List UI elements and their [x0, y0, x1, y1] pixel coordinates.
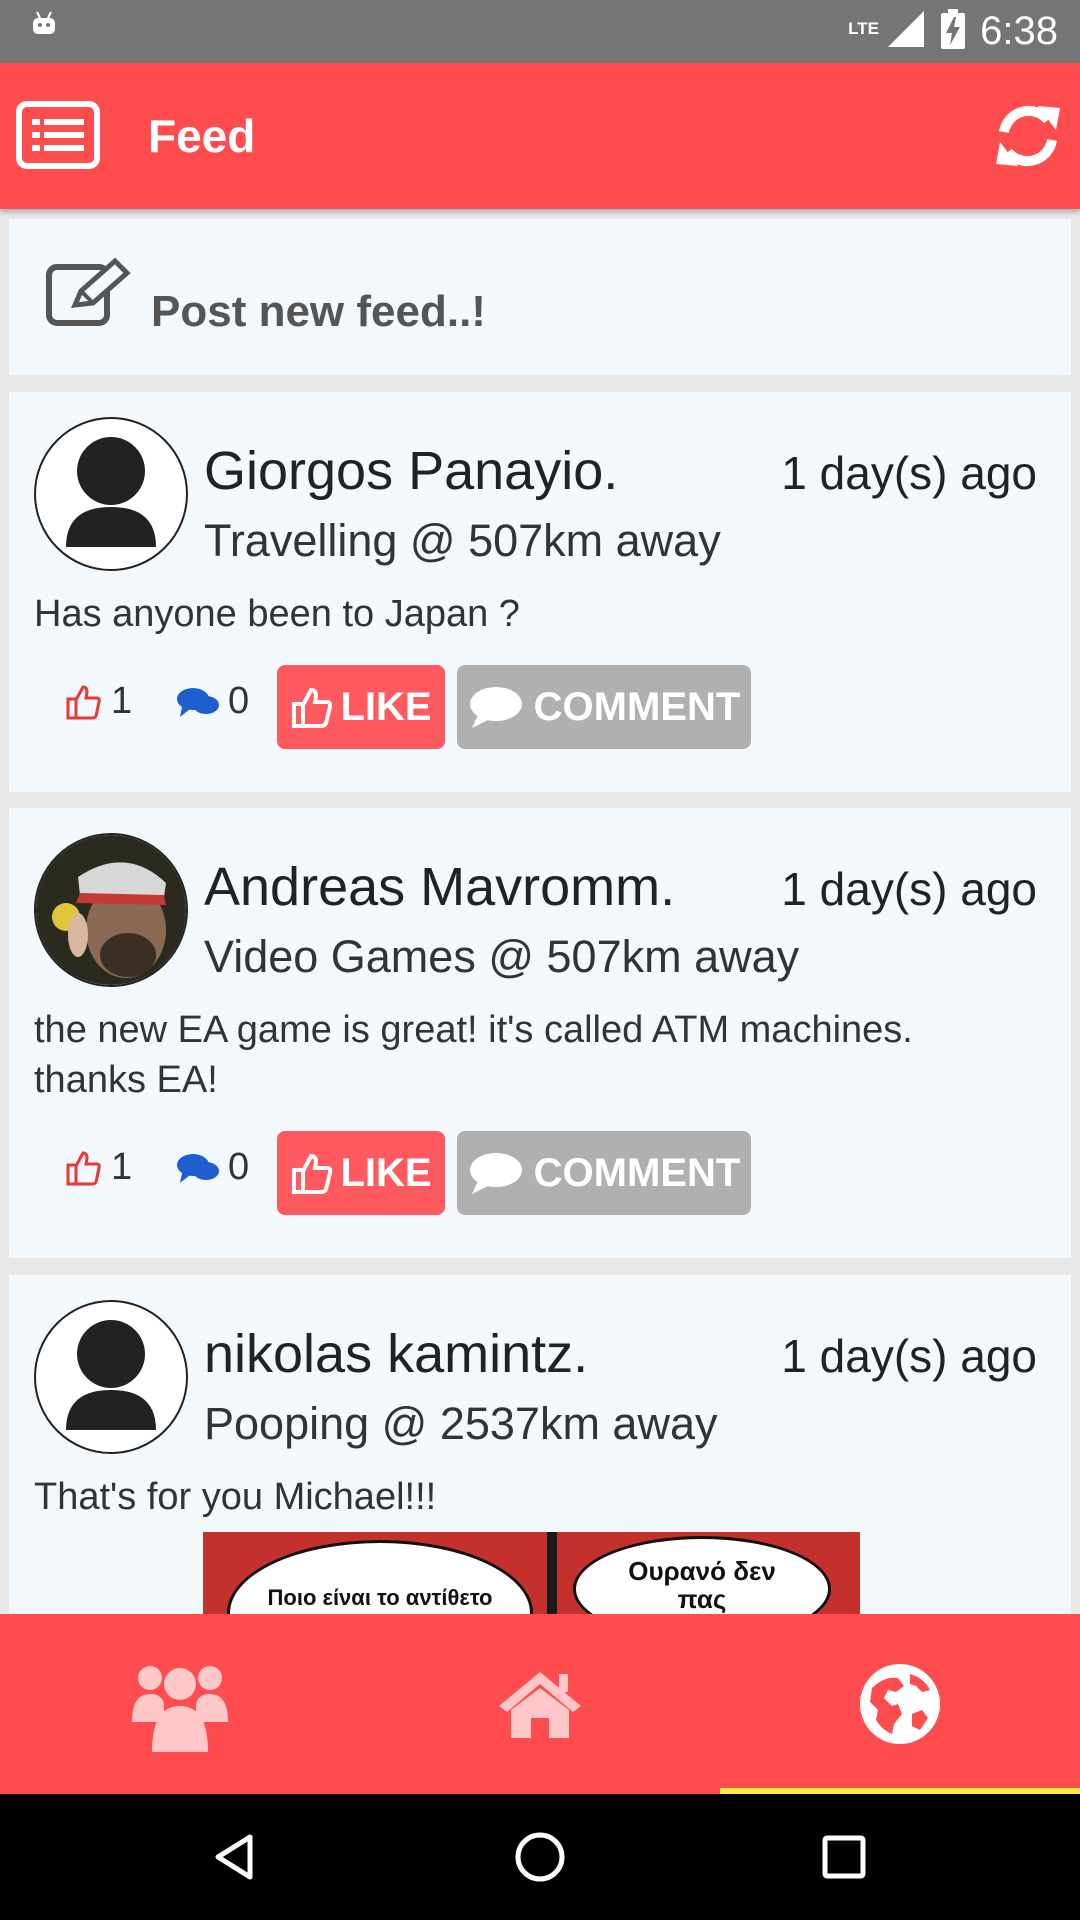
comic-speech-bubble: Ποιο είναι το αντίθετο	[227, 1540, 533, 1614]
comment-bubble-icon	[469, 1153, 522, 1194]
like-count: 1	[65, 680, 132, 723]
app-bar: Feed	[0, 63, 1080, 209]
thumbs-up-outline-icon	[66, 1150, 101, 1185]
refresh-icon	[996, 105, 1060, 167]
default-user-icon	[66, 1320, 156, 1430]
group-icon	[132, 1666, 228, 1752]
post-text: That's for you Michael!!!	[34, 1476, 437, 1518]
like-count: 1	[65, 1146, 132, 1189]
globe-icon	[860, 1664, 940, 1744]
signal-icon: LTE	[848, 9, 926, 54]
post-new-feed-button[interactable]: Post new feed..!	[9, 219, 1071, 375]
clock: 6:38	[980, 9, 1058, 53]
comic-text-left: Ποιο είναι το αντίθετο	[267, 1585, 493, 1610]
post-author-name[interactable]: Giorgos Panayio.	[204, 440, 618, 502]
avatar[interactable]	[34, 1300, 188, 1454]
back-button[interactable]	[175, 1794, 295, 1920]
thumbs-up-outline-icon	[66, 684, 101, 719]
home-icon	[499, 1672, 581, 1738]
like-button-label: LIKE	[340, 1150, 432, 1195]
post-timestamp: 1 day(s) ago	[781, 1330, 1037, 1382]
feed-list[interactable]: Post new feed..! Giorgos Panayio. 1 day(…	[0, 209, 1080, 1614]
nav-home-tab[interactable]	[360, 1614, 720, 1794]
comment-button-label: COMMENT	[533, 684, 741, 729]
feed-card: Giorgos Panayio. 1 day(s) ago Travelling…	[9, 392, 1071, 792]
post-author-name[interactable]: nikolas kamintz.	[204, 1323, 588, 1385]
battery-charging-icon	[940, 9, 966, 54]
post-new-feed-label: Post new feed..!	[151, 287, 486, 336]
home-system-button[interactable]	[480, 1794, 600, 1920]
home-circle-icon	[515, 1832, 565, 1882]
comic-panel-divider	[547, 1532, 557, 1614]
like-count-value: 1	[111, 1146, 133, 1188]
comment-button[interactable]: COMMENT	[457, 665, 751, 749]
like-button-label: LIKE	[340, 684, 432, 729]
comic-speech-bubble: Ουρανό δεν πας	[573, 1536, 831, 1614]
post-timestamp: 1 day(s) ago	[781, 863, 1037, 915]
comic-text-right: Ουρανό δεν πας	[628, 1556, 776, 1614]
network-type-label: LTE	[848, 19, 879, 38]
back-triangle-icon	[215, 1834, 253, 1880]
edit-icon	[45, 257, 131, 332]
thumbs-up-icon	[292, 687, 333, 728]
comment-count-value: 0	[228, 1146, 250, 1188]
comments-icon	[177, 1153, 219, 1183]
post-activity-distance: Travelling @ 507km away	[204, 515, 721, 566]
post-activity-distance: Video Games @ 507km away	[204, 931, 800, 982]
comments-icon	[177, 687, 219, 717]
post-text: the new EA game is great! it's called AT…	[34, 1009, 913, 1101]
default-user-icon	[66, 437, 156, 547]
system-navigation-bar	[0, 1794, 1080, 1920]
recents-button[interactable]	[784, 1794, 904, 1920]
post-author-name[interactable]: Andreas Mavromm.	[204, 856, 675, 918]
like-button[interactable]: LIKE	[277, 1131, 445, 1215]
comment-count: 0	[176, 680, 249, 723]
page-title: Feed	[148, 110, 256, 162]
feed-card: Andreas Mavromm. 1 day(s) ago Video Game…	[9, 808, 1071, 1258]
comment-button[interactable]: COMMENT	[457, 1131, 751, 1215]
avatar[interactable]	[34, 417, 188, 571]
user-photo	[36, 835, 186, 985]
menu-list-button[interactable]	[16, 101, 100, 169]
recents-square-icon	[822, 1835, 866, 1879]
status-bar: LTE 6:38	[0, 0, 1080, 63]
like-button[interactable]: LIKE	[277, 665, 445, 749]
like-count-value: 1	[111, 680, 133, 722]
bottom-navigation	[0, 1614, 1080, 1794]
comment-bubble-icon	[469, 687, 522, 728]
nav-groups-tab[interactable]	[0, 1614, 360, 1794]
comment-button-label: COMMENT	[533, 1150, 741, 1195]
comment-count: 0	[176, 1146, 249, 1189]
comment-count-value: 0	[228, 680, 250, 722]
thumbs-up-icon	[292, 1153, 333, 1194]
post-timestamp: 1 day(s) ago	[781, 447, 1037, 499]
post-image[interactable]: Ποιο είναι το αντίθετο Ουρανό δεν πας	[203, 1532, 860, 1614]
post-text: Has anyone been to Japan ?	[34, 593, 520, 635]
avatar[interactable]	[34, 833, 188, 987]
nav-feed-tab[interactable]	[720, 1614, 1080, 1794]
refresh-button[interactable]	[990, 98, 1066, 174]
post-activity-distance: Pooping @ 2537km away	[204, 1398, 718, 1449]
android-notification-icon	[31, 10, 57, 41]
list-icon	[16, 101, 100, 169]
